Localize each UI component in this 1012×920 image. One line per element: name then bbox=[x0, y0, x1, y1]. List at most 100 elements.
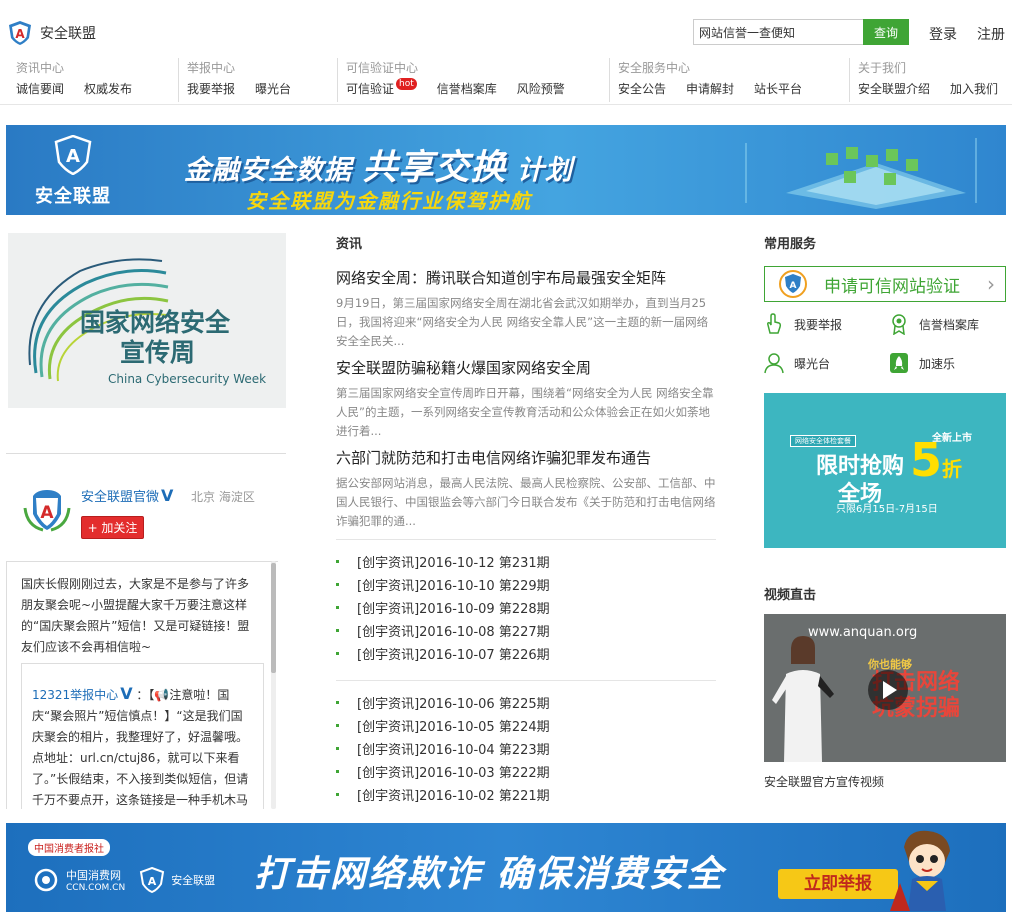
service-exposure[interactable]: 曝光台 bbox=[764, 352, 830, 374]
presenter-image bbox=[772, 636, 834, 762]
banner-subtitle: 安全联盟为金融行业保驾护航 bbox=[246, 189, 532, 213]
nav-group-security-service: 安全服务中心 安全公告 申请解封 站长平台 bbox=[609, 58, 802, 102]
weibo-feed[interactable]: 国庆长假刚刚过去，大家是不是参与了许多朋友聚会呢~小盟提醒大家千万要注意这样的“… bbox=[6, 561, 278, 809]
play-icon[interactable] bbox=[868, 670, 908, 710]
article-title[interactable]: 六部门就防范和打击电信网络诈骗犯罪发布通告 bbox=[336, 449, 651, 467]
nav-item-trusted-verify[interactable]: 可信验证 hot bbox=[346, 78, 417, 97]
video-url-text: www.anquan.org bbox=[808, 625, 918, 640]
promo-discount-unit: 折 bbox=[942, 457, 963, 481]
svg-text:A: A bbox=[66, 146, 80, 167]
weibo-post-text: 国庆长假刚刚过去，大家是不是参与了许多朋友聚会呢~小盟提醒大家千万要注意这样的“… bbox=[21, 577, 250, 654]
verified-icon: V bbox=[120, 684, 133, 703]
nav-item-integrity-news[interactable]: 诚信要闻 bbox=[16, 80, 64, 97]
promo-dates: 只限6月15日-7月15日 bbox=[836, 504, 938, 515]
alliance-name: 安全联盟 bbox=[171, 874, 216, 887]
list-item[interactable]: [创宇资讯]2016-10-06 第225期 bbox=[336, 693, 716, 716]
nav-item-risk-alert[interactable]: 风险预警 bbox=[517, 80, 565, 97]
service-report[interactable]: 我要举报 bbox=[764, 313, 842, 335]
nav-item-webmaster[interactable]: 站长平台 bbox=[754, 80, 802, 97]
news-column: 资讯 网络安全周：腾讯联合知道创宇布局最强安全矩阵 9月19日，第三届国家网络安… bbox=[336, 233, 716, 804]
promo-line1: 限时抢购 bbox=[816, 454, 905, 479]
banner-logo-text: 安全联盟 bbox=[35, 186, 111, 207]
repost-author[interactable]: 12321举报中心 bbox=[32, 688, 118, 702]
nav-item-about-alliance[interactable]: 安全联盟介绍 bbox=[858, 80, 930, 97]
svg-text:A: A bbox=[40, 503, 54, 523]
list-item[interactable]: [创宇资讯]2016-10-02 第221期 bbox=[336, 785, 716, 808]
site-logo[interactable]: A 安全联盟 bbox=[8, 20, 96, 46]
news-article: 六部门就防范和打击电信网络诈骗犯罪发布通告 据公安部网站消息，最高人民法院、最高… bbox=[336, 447, 716, 531]
cybersecurity-week-banner[interactable]: 国家网络安全 宣传周 China Cybersecurity Week bbox=[8, 233, 286, 408]
anti-fraud-banner[interactable]: 中国消费者报社 中国消费网 CCN.COM.CN A 安全联盟 打击网络欺诈 确… bbox=[6, 823, 1006, 912]
list-item[interactable]: [创宇资讯]2016-10-09 第228期 bbox=[336, 598, 716, 621]
weibo-scrollbar[interactable] bbox=[271, 561, 276, 809]
list-item[interactable]: [创宇资讯]2016-10-12 第231期 bbox=[336, 552, 716, 575]
nav-group-about: 关于我们 安全联盟介绍 加入我们 bbox=[849, 58, 998, 102]
nav-item-announcement[interactable]: 安全公告 bbox=[618, 80, 666, 97]
nav-item-join-us[interactable]: 加入我们 bbox=[950, 80, 998, 97]
anti-fraud-slogan: 打击网络欺诈 确保消费安全 bbox=[254, 854, 725, 895]
video-section-title: 视频直击 bbox=[764, 588, 817, 603]
service-label: 我要举报 bbox=[794, 317, 843, 332]
nav-group-news: 资讯中心 诚信要闻 权威发布 bbox=[8, 58, 132, 102]
nav-group-title: 关于我们 bbox=[858, 61, 907, 75]
list-item-text: [创宇资讯]2016-10-08 第227期 bbox=[357, 625, 550, 640]
services-section-title: 常用服务 bbox=[764, 237, 817, 252]
report-now-button[interactable]: 立即举报 bbox=[778, 869, 898, 899]
weibo-name-text: 安全联盟官微 bbox=[81, 490, 160, 505]
article-desc: 据公安部网站消息，最高人民法院、最高人民检察院、公安部、工信部、中国人民银行、中… bbox=[336, 476, 716, 528]
news-list: [创宇资讯]2016-10-06 第225期 [创宇资讯]2016-10-05 … bbox=[336, 680, 716, 808]
service-reputation-archive[interactable]: 信誉档案库 bbox=[889, 313, 979, 335]
search-button[interactable]: 查询 bbox=[863, 19, 909, 45]
ccn-domain: CCN.COM.CN bbox=[66, 883, 126, 893]
weibo-avatar[interactable]: A bbox=[23, 488, 71, 532]
scrollbar-thumb[interactable] bbox=[271, 563, 276, 673]
search-input[interactable] bbox=[693, 19, 863, 45]
nav-item-official-release[interactable]: 权威发布 bbox=[84, 80, 132, 97]
ccn-site-name: 中国消费网 CCN.COM.CN bbox=[66, 867, 125, 893]
list-item[interactable]: [创宇资讯]2016-10-04 第223期 bbox=[336, 739, 716, 762]
list-item[interactable]: [创宇资讯]2016-10-10 第229期 bbox=[336, 575, 716, 598]
person-icon bbox=[764, 353, 784, 374]
cyber-week-title-line2: 宣传周 bbox=[120, 338, 196, 367]
follow-button[interactable]: + 加关注 bbox=[81, 516, 144, 539]
article-title[interactable]: 安全联盟防骗秘籍火爆国家网络安全周 bbox=[336, 359, 591, 377]
nav-item-reputation-archive[interactable]: 信誉档案库 bbox=[437, 80, 497, 97]
shield-logo-icon: A bbox=[140, 867, 165, 893]
site-name: 安全联盟 bbox=[40, 26, 96, 42]
nav-item-exposure[interactable]: 曝光台 bbox=[255, 80, 291, 97]
promo-badge: 网络安全体检套餐 bbox=[790, 435, 856, 447]
list-item[interactable]: [创宇资讯]2016-10-08 第227期 bbox=[336, 621, 716, 644]
mascot-image bbox=[890, 830, 950, 911]
rocket-icon bbox=[890, 353, 908, 373]
data-exchange-illustration bbox=[745, 138, 977, 209]
svg-text:A: A bbox=[790, 281, 797, 291]
list-item-text: [创宇资讯]2016-10-12 第231期 bbox=[357, 556, 550, 571]
news-list: [创宇资讯]2016-10-12 第231期 [创宇资讯]2016-10-10 … bbox=[336, 539, 716, 667]
banner-title-big: 共享交换 bbox=[362, 148, 507, 188]
nav-item-report[interactable]: 我要举报 bbox=[187, 80, 235, 97]
register-link[interactable]: 注册 bbox=[977, 24, 1005, 44]
nav-group-title: 可信验证中心 bbox=[346, 61, 419, 75]
weibo-account-name[interactable]: 安全联盟官微 V bbox=[81, 486, 173, 505]
list-item[interactable]: [创宇资讯]2016-10-03 第222期 bbox=[336, 762, 716, 785]
apply-verify-button[interactable]: A 申请可信网站验证 › bbox=[764, 266, 1006, 302]
nav-group-title: 资讯中心 bbox=[16, 61, 65, 75]
promo-banner[interactable]: 网络安全体检套餐 全新上市 限时抢购 全场 5折 只限6月15日-7月15日 bbox=[764, 393, 1006, 548]
video-title-link[interactable]: 安全联盟官方宣传视频 bbox=[764, 773, 884, 790]
list-item-text: [创宇资讯]2016-10-05 第224期 bbox=[357, 720, 550, 735]
header: A 安全联盟 查询 登录 注册 资讯中心 诚信要闻 权威发布 举报中心 我要举报… bbox=[0, 0, 1012, 105]
nav-item-unblock[interactable]: 申请解封 bbox=[686, 80, 734, 97]
list-item[interactable]: [创宇资讯]2016-10-07 第226期 bbox=[336, 644, 716, 667]
list-item-text: [创宇资讯]2016-10-03 第222期 bbox=[357, 766, 550, 781]
video-player[interactable]: www.anquan.org 你也能够 打击网络 坑蒙拐骗 bbox=[764, 614, 1006, 762]
list-item[interactable]: [创宇资讯]2016-10-05 第224期 bbox=[336, 716, 716, 739]
service-jiasule[interactable]: 加速乐 bbox=[889, 352, 955, 374]
verified-shield-icon: A bbox=[779, 270, 807, 298]
finance-banner[interactable]: A 安全联盟 金融安全数据 共享交换 计划 安全联盟为金融行业保驾护航 bbox=[6, 125, 1006, 215]
weibo-location: 北京 海淀区 bbox=[191, 490, 255, 504]
login-link[interactable]: 登录 bbox=[929, 24, 957, 44]
main-nav: 资讯中心 诚信要闻 权威发布 举报中心 我要举报 曝光台 可信验证中心 可信验证… bbox=[0, 58, 1012, 102]
article-title[interactable]: 网络安全周：腾讯联合知道创宇布局最强安全矩阵 bbox=[336, 269, 666, 287]
shield-logo-icon: A bbox=[54, 134, 92, 176]
banner-title-pre: 金融安全数据 bbox=[184, 155, 352, 186]
